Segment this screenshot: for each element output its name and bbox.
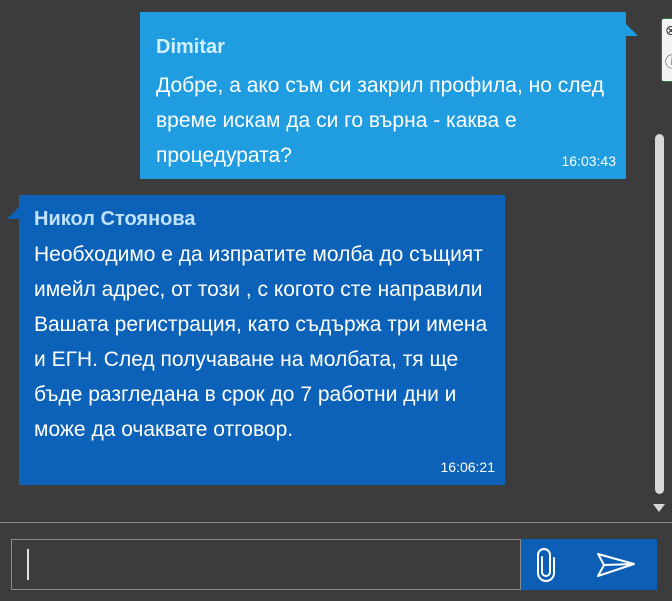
bubble-tail bbox=[7, 207, 19, 219]
message-text: Добре, а ако съм си закрил профила, но с… bbox=[156, 74, 604, 167]
scrollbar[interactable] bbox=[652, 134, 666, 522]
bubble-tail bbox=[626, 24, 638, 36]
message-input[interactable] bbox=[11, 539, 521, 590]
message-sender: Никол Стоянова bbox=[34, 208, 196, 230]
message-text: Необходимо е да изпратите молба до същия… bbox=[34, 243, 488, 441]
send-button[interactable] bbox=[572, 539, 657, 590]
info-icon[interactable]: ⓘ bbox=[665, 55, 672, 69]
composer-divider bbox=[0, 522, 672, 523]
message-time: 16:06:21 bbox=[440, 459, 496, 475]
text-caret bbox=[27, 549, 29, 580]
message-time: 16:03:43 bbox=[561, 153, 617, 169]
attach-button[interactable] bbox=[521, 539, 572, 590]
scrollbar-thumb[interactable] bbox=[655, 134, 664, 494]
side-panel-edge[interactable]: ⊗ ⓘ bbox=[661, 18, 672, 82]
paperclip-icon bbox=[537, 548, 555, 582]
chat-history: Dimitar Добре, а ако съм си закрил профи… bbox=[0, 0, 672, 522]
message-sender: Dimitar bbox=[156, 36, 225, 58]
close-icon[interactable]: ⊗ bbox=[665, 23, 672, 37]
message-outgoing: Dimitar Добре, а ако съм си закрил профи… bbox=[140, 12, 638, 179]
scroll-down-arrow[interactable] bbox=[653, 504, 665, 512]
message-incoming: Никол Стоянова Необходимо е да изпратите… bbox=[7, 195, 505, 485]
send-icon bbox=[597, 553, 635, 577]
